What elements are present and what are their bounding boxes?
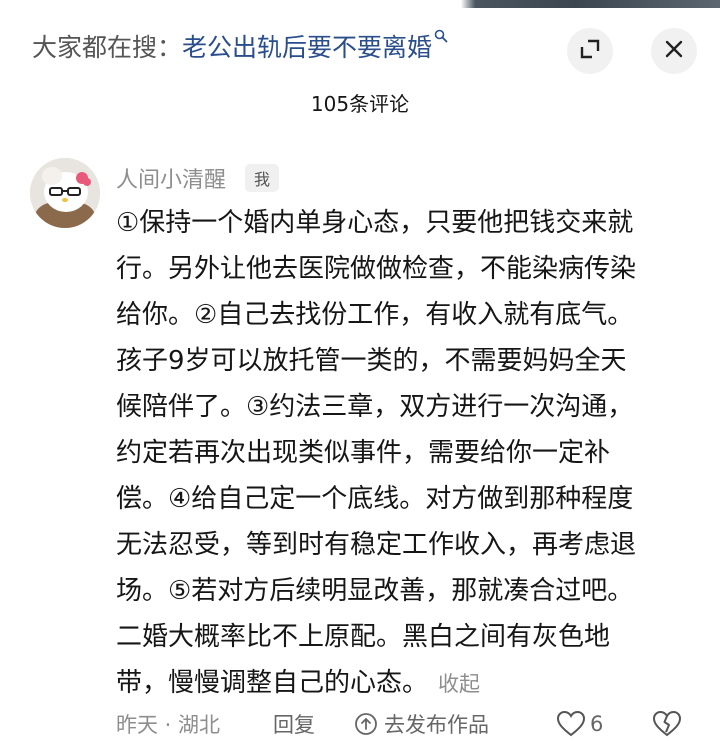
comment-line: 场。⑤若对方后续明显改善，那就凑合过吧。 [116,576,634,606]
comment-line: 行。另外让他去医院做做检查，不能染病传染 [116,254,637,284]
comment-text: ①保持一个婚内单身心态，只要他把钱交来就 行。另外让他去医院做做检查，不能染病传… [116,200,696,706]
search-query-link[interactable]: 老公出轨后要不要离婚 [182,28,432,64]
top-image-strip [0,0,720,8]
expand-icon [579,38,601,64]
me-badge: 我 [245,164,279,192]
comment-line: 二婚大概率比不上原配。黑白之间有灰色地 [116,622,611,652]
avatar[interactable] [30,158,100,228]
comment-line-last: 带，慢慢调整自己的心态。 收起 [116,660,696,706]
publish-work-button[interactable]: 去发布作品 [354,706,489,742]
dislike-button[interactable] [652,706,682,742]
like-button[interactable]: 6 [556,706,603,742]
comment-username[interactable]: 人间小清醒 [116,162,226,194]
close-icon [664,39,684,63]
comment-line: 无法忍受，等到时有稳定工作收入，再考虑退 [116,530,637,560]
heart-icon [556,710,586,738]
search-hint-bar: 大家都在搜： 老公出轨后要不要离婚 [0,8,720,86]
comment-count: 105条评论 [310,92,410,116]
reply-button[interactable]: 回复 [273,706,315,742]
time-location: 昨天 · 湖北 [116,713,221,737]
comment-actions: 昨天 · 湖北 回复 去发布作品 6 [116,706,706,742]
expand-button[interactable] [567,28,613,74]
comment-line: 偿。④给自己定一个底线。对方做到那种程度 [116,484,634,514]
comment-line: 候陪伴了。③约法三章，双方进行一次沟通， [116,392,634,422]
search-prefix: 大家都在搜： [32,33,183,62]
search-icon [434,29,448,47]
like-count: 6 [590,712,604,736]
comment-line: 孩子9岁可以放托管一类的，不需要妈妈全天 [116,346,627,376]
upload-icon [354,712,378,736]
comment-line: 约定若再次出现类似事件，需要给你一定补 [116,438,611,468]
collapse-link[interactable]: 收起 [438,672,480,696]
broken-heart-icon [652,710,682,738]
comment-line: ①保持一个婚内单身心态，只要他把钱交来就 [116,208,634,238]
close-button[interactable] [651,28,697,74]
comment-line: 带，慢慢调整自己的心态。 [116,668,429,698]
search-suggestion[interactable]: 大家都在搜： 老公出轨后要不要离婚 [32,24,448,68]
comment-line: 给你。②自己去找份工作，有收入就有底气。 [116,300,634,330]
publish-work-label: 去发布作品 [384,713,489,737]
